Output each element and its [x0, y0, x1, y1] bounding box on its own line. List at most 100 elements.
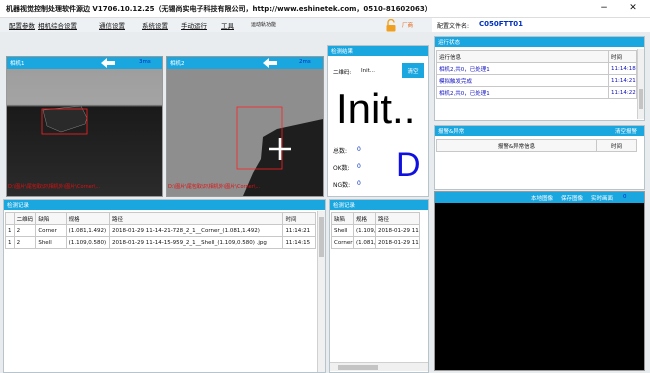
records2-col-defect: 缺陷 — [331, 212, 354, 225]
cell: 11:14:22 — [608, 86, 637, 99]
scroll-thumb[interactable] — [319, 217, 324, 257]
table-row[interactable]: 1 2 Shell (1.109,0.580) 2018-01-29 11-14… — [5, 236, 316, 249]
records-col-index — [5, 212, 15, 225]
cell: 1 — [5, 236, 15, 249]
camera2-speed: 2ms — [299, 59, 311, 65]
save-image-button[interactable]: 保存图像 — [561, 194, 583, 202]
menu-bar: 配置参数 相机综合设置 通信设置 系统设置 手动运行 工具 运动轨功能 厂商 — [0, 18, 432, 32]
menu-motion[interactable]: 运动轨功能 — [251, 21, 276, 28]
records2-col-path: 路径 — [375, 212, 420, 225]
menu-manual-run[interactable]: 手动运行 — [181, 20, 207, 30]
cell: 2018-01-29 11-14-21-728_2_1__Corner_(1.0… — [109, 224, 284, 237]
run-status-panel: 运行状态 运行信息 时间 相机2,共0，已处理1 11:14:18 模拟触发完成… — [434, 36, 645, 121]
minimize-button[interactable]: − — [598, 2, 610, 14]
camera2-panel: 相机2 2ms D:\图片\尾包取识\相机外\图片\Corner\... — [166, 56, 324, 197]
code-value: Init... — [361, 68, 376, 74]
table-row[interactable]: Corner (1.081, 2018-01-29 11 — [331, 236, 420, 249]
title-bar: 机器视觉控制处理软件源边 V1706.10.12.25（无锡尚实电子科技有限公司… — [0, 0, 650, 18]
cell: 2018-01-29 11 — [375, 224, 420, 237]
image-counter: 0 — [623, 194, 627, 200]
cell: 11:14:21 — [608, 74, 637, 87]
camera1-panel: 相机1 3ms D:\图片\尾包取识\相机外\图片\Corner\... — [6, 56, 163, 197]
table-row[interactable]: Shell (1.109, 2018-01-29 11 — [331, 224, 420, 237]
alarm-col-info: 报警&异常信息 — [436, 139, 597, 152]
cell: (1.081,1.492) — [65, 224, 111, 237]
lock-label: 厂商 — [402, 23, 414, 29]
records2-header-row: 缺陷 规格 路径 — [331, 212, 420, 225]
menu-config-params[interactable]: 配置参数 — [9, 20, 35, 30]
table-row[interactable]: 模拟触发完成 11:14:21 — [436, 74, 637, 87]
records2-header: 检测记录 — [330, 200, 428, 210]
records2-title: 检测记录 — [333, 203, 356, 209]
run-status-table: 运行信息 时间 相机2,共0，已处理1 11:14:18 模拟触发完成 11:1… — [436, 50, 637, 99]
live-view-button[interactable]: 实时画面 — [591, 194, 613, 202]
ok-value: 0 — [357, 163, 361, 170]
cell: Shell — [35, 236, 67, 249]
camera2-part-edge — [167, 69, 323, 196]
records2-panel: 检测记录 缺陷 规格 路径 Shell (1.109, 2018-01-29 1… — [329, 199, 429, 373]
total-value: 0 — [357, 146, 361, 153]
table-row[interactable]: 相机2,共0，已处理1 11:14:22 — [436, 86, 637, 99]
config-bar: 配置文件名: C050FTT01 — [433, 18, 650, 32]
scroll-thumb[interactable] — [639, 89, 643, 109]
result-panel: 检测结果 二维码: Init... 清空 Init.. 总数: 0 OK数: 0… — [327, 45, 429, 197]
cell: 2 — [13, 224, 37, 237]
grade-letter: D — [396, 146, 421, 184]
records-col-defect: 缺陷 — [35, 212, 67, 225]
menu-comm-settings[interactable]: 通信设置 — [99, 20, 125, 30]
run-status-title: 运行状态 — [438, 40, 461, 46]
cell: 相机2,共0，已处理1 — [436, 86, 609, 99]
records-header: 检测记录 — [4, 200, 325, 210]
result-header: 检测结果 — [328, 46, 428, 56]
table-row[interactable]: 相机2,共0，已处理1 11:14:18 — [436, 62, 637, 75]
records2-col-spec: 规格 — [353, 212, 376, 225]
cell: 2018-01-29 11-14-15-959_2_1__Shell_(1.10… — [109, 236, 284, 249]
cell: (1.109,0.580) — [65, 236, 111, 249]
cell: 模拟触发完成 — [436, 74, 609, 87]
ng-value: 0 — [357, 180, 361, 187]
cell: 1 — [5, 224, 15, 237]
camera2-image[interactable]: D:\图片\尾包取识\相机外\图片\Corner\... — [167, 69, 323, 196]
result-clear-button[interactable]: 清空 — [402, 63, 424, 78]
config-label: 配置文件名: — [437, 23, 470, 30]
records-col-code: 二维码 — [13, 212, 37, 225]
image-viewer-panel: 本地图像 保存图像 实时画面 0 — [434, 191, 645, 371]
menu-camera-settings[interactable]: 相机综合设置 — [38, 20, 77, 30]
camera1-image[interactable]: D:\图片\尾包取识\相机外\图片\Corner\... — [7, 69, 162, 196]
camera2-header: 相机2 2ms — [167, 57, 323, 69]
cell: 2 — [13, 236, 37, 249]
menu-tools[interactable]: 工具 — [221, 20, 234, 30]
alarm-panel: 报警&异常 清空报警 报警&异常信息 时间 — [434, 125, 645, 190]
cell: Shell — [331, 224, 354, 237]
cell: (1.081, — [353, 236, 376, 249]
cell: 相机2,共0，已处理1 — [436, 62, 609, 75]
camera1-overlay-text: D:\图片\尾包取识\相机外\图片\Corner\... — [8, 184, 101, 190]
total-label: 总数: — [333, 148, 348, 155]
records-col-path: 路径 — [109, 212, 284, 225]
camera1-header: 相机1 3ms — [7, 57, 162, 69]
image-viewer-toolbar: 本地图像 保存图像 实时画面 0 — [435, 192, 644, 203]
local-image-button[interactable]: 本地图像 — [531, 194, 553, 202]
alarm-clear-button[interactable]: 清空报警 — [615, 127, 637, 135]
records-scrollbar-v[interactable] — [317, 211, 325, 372]
window-title: 机器视觉控制处理软件源边 V1706.10.12.25（无锡尚实电子科技有限公司… — [6, 5, 432, 13]
alarm-title: 报警&异常 — [438, 129, 465, 135]
config-value: C050FTT01 — [479, 20, 523, 28]
result-big-text: Init.. — [336, 85, 416, 132]
camera1-defect-blob — [41, 106, 88, 135]
table-row[interactable]: 1 2 Corner (1.081,1.492) 2018-01-29 11-1… — [5, 224, 316, 237]
scroll-thumb[interactable] — [338, 365, 378, 370]
cell: 2018-01-29 11 — [375, 236, 420, 249]
run-status-header-row: 运行信息 时间 — [436, 50, 637, 63]
image-viewer-canvas[interactable] — [435, 203, 644, 370]
run-status-header: 运行状态 — [435, 37, 644, 47]
records2-table: 缺陷 规格 路径 Shell (1.109, 2018-01-29 11 Cor… — [331, 212, 420, 249]
run-status-scrollbar-v[interactable] — [637, 49, 644, 119]
menu-system-settings[interactable]: 系统设置 — [142, 20, 168, 30]
close-button[interactable]: ✕ — [626, 2, 640, 14]
lock-icon[interactable] — [386, 18, 396, 32]
alarm-header-row: 报警&异常信息 时间 — [436, 139, 637, 152]
run-status-col-time: 时间 — [608, 50, 637, 63]
records2-scrollbar-h[interactable] — [330, 362, 428, 371]
camera2-overlay-text: D:\图片\尾包取识\相机外\图片\Corner\... — [168, 184, 261, 190]
